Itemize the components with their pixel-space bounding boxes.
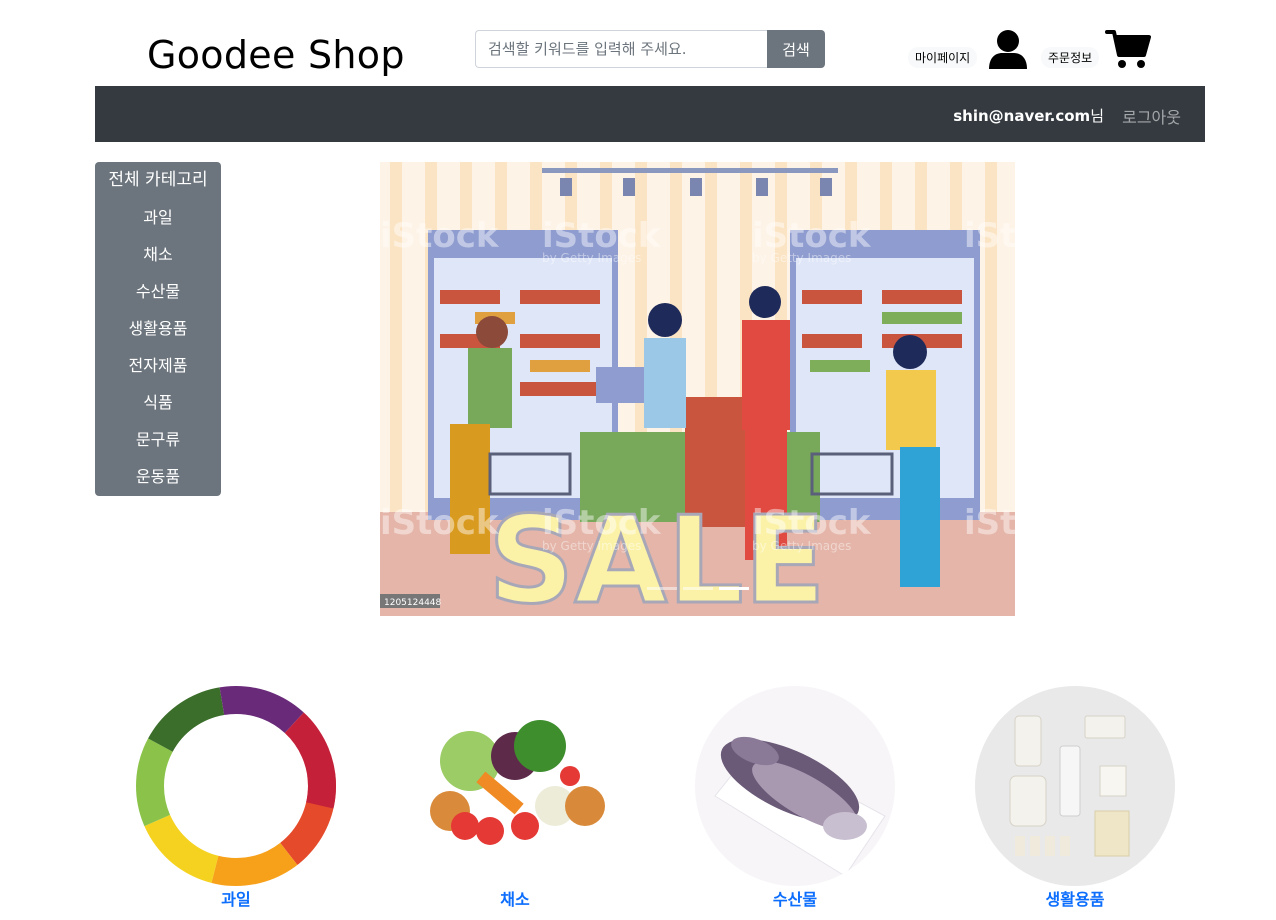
- svg-text:iStock: iStock: [542, 503, 662, 543]
- carousel-indicator-2[interactable]: [682, 587, 713, 590]
- svg-text:by Getty Images: by Getty Images: [752, 539, 851, 553]
- sale-banner-carousel[interactable]: SALE iStock iStock iStock iStock iStock …: [380, 162, 1015, 616]
- svg-text:by Getty Images: by Getty Images: [542, 251, 641, 265]
- seafood-image: [695, 686, 895, 886]
- household-image: [975, 686, 1175, 886]
- sale-banner-image: SALE iStock iStock iStock iStock iStock …: [380, 162, 1015, 616]
- sidebar-item-stationery[interactable]: 문구류: [95, 421, 221, 458]
- user-suffix: 님: [1090, 107, 1104, 125]
- logout-link[interactable]: 로그아웃: [1122, 104, 1181, 128]
- user-greeting: shin@naver.com님: [953, 105, 1104, 126]
- svg-text:iStock: iStock: [964, 503, 1015, 543]
- site-logo[interactable]: Goodee Shop: [147, 33, 405, 77]
- sidebar-item-household[interactable]: 생활용품: [95, 310, 221, 347]
- sidebar-item-vegetable[interactable]: 채소: [95, 236, 221, 273]
- search-button[interactable]: 검색: [767, 30, 825, 68]
- cart-icon[interactable]: [1105, 28, 1151, 74]
- svg-text:iStock: iStock: [964, 216, 1015, 256]
- carousel-indicators: [380, 587, 1015, 590]
- svg-text:iStock: iStock: [380, 503, 500, 543]
- sidebar-item-food[interactable]: 식품: [95, 384, 221, 421]
- banner-image-id: 1205124448: [384, 598, 442, 608]
- sidebar-item-electronics[interactable]: 전자제품: [95, 347, 221, 384]
- user-icon[interactable]: [988, 29, 1028, 73]
- category-label-fruit[interactable]: 과일: [136, 886, 336, 910]
- svg-text:iStock: iStock: [542, 216, 662, 256]
- svg-text:iStock: iStock: [380, 216, 500, 256]
- sidebar-item-seafood[interactable]: 수산물: [95, 273, 221, 310]
- category-card-seafood[interactable]: 수산물: [695, 686, 895, 910]
- search-form: 검색: [475, 30, 825, 68]
- orders-label[interactable]: 주문정보: [1041, 47, 1100, 68]
- category-card-fruit[interactable]: 과일: [136, 686, 336, 910]
- category-card-vegetable[interactable]: 채소: [415, 686, 615, 910]
- sidebar-item-all[interactable]: 전체 카테고리: [95, 162, 221, 199]
- category-label-vegetable[interactable]: 채소: [415, 886, 615, 910]
- mypage-label[interactable]: 마이페이지: [908, 47, 978, 68]
- category-label-household[interactable]: 생활용품: [975, 886, 1175, 910]
- category-card-household[interactable]: 생활용품: [975, 686, 1175, 910]
- category-label-seafood[interactable]: 수산물: [695, 886, 895, 910]
- svg-text:by Getty Images: by Getty Images: [542, 539, 641, 553]
- sidebar-item-fruit[interactable]: 과일: [95, 199, 221, 236]
- search-input[interactable]: [475, 30, 767, 68]
- svg-text:iStock: iStock: [752, 216, 872, 256]
- vegetable-image: [415, 686, 615, 886]
- category-sidebar: 전체 카테고리 과일 채소 수산물 생활용품 전자제품 식품 문구류 운동품: [95, 162, 221, 496]
- svg-text:iStock: iStock: [752, 503, 872, 543]
- page: Goodee Shop 검색 마이페이지 주문정보 shin@naver.com…: [0, 0, 1276, 920]
- sidebar-item-sports[interactable]: 운동품: [95, 458, 221, 495]
- top-navbar: shin@naver.com님 로그아웃: [95, 86, 1205, 142]
- carousel-indicator-3[interactable]: [718, 587, 749, 590]
- svg-text:by Getty Images: by Getty Images: [752, 251, 851, 265]
- carousel-indicator-1[interactable]: [646, 587, 677, 590]
- user-email: shin@naver.com: [953, 107, 1091, 125]
- fruit-image: [136, 686, 336, 886]
